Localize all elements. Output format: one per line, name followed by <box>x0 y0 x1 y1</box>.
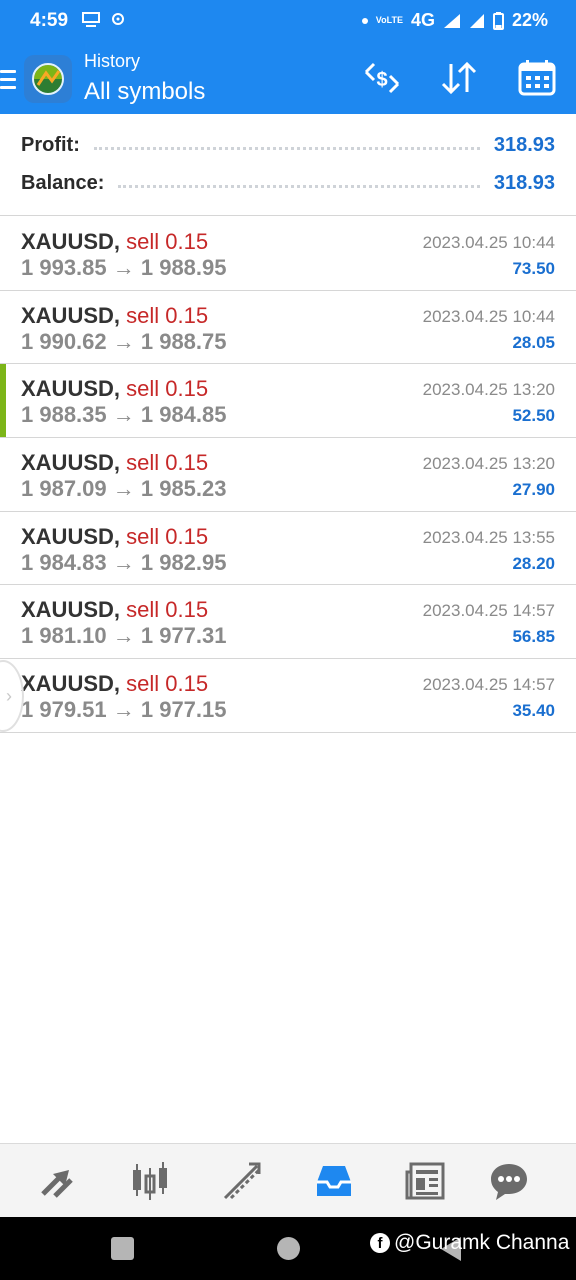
tab-chat-icon[interactable] <box>486 1158 532 1204</box>
cast-icon <box>82 12 100 27</box>
deal-symbol: XAUUSD, sell 0.15 <box>21 229 209 254</box>
deal-profit: 56.85 <box>512 627 555 647</box>
chevron-right-icon: › <box>6 686 12 706</box>
deal-side: sell 0.15 <box>126 523 209 549</box>
volte-icon: VoLTE <box>375 15 403 25</box>
signal-icon <box>443 13 460 28</box>
status-time: 4:59 <box>30 10 69 31</box>
deal-row[interactable]: XAUUSD, sell 0.15 1 981.10 → 1 977.31 20… <box>0 585 576 660</box>
tab-chart-icon[interactable] <box>127 1158 173 1204</box>
selected-marker <box>0 364 6 438</box>
deal-row[interactable]: XAUUSD, sell 0.15 1 984.83 → 1 982.95 20… <box>0 512 576 586</box>
deal-time: 2023.04.25 14:57 <box>422 601 555 621</box>
deal-symbol: XAUUSD, sell 0.15 <box>21 302 209 328</box>
network-label: 4G <box>410 10 435 30</box>
menu-icon[interactable] <box>0 70 16 90</box>
deal-symbol: XAUUSD, sell 0.15 <box>21 450 209 476</box>
deal-prices: 1 979.51 → 1 977.15 <box>21 697 227 723</box>
bottom-tab-bar <box>0 1143 576 1217</box>
tab-trade-icon[interactable] <box>219 1158 265 1204</box>
deals-list: XAUUSD, sell 0.15 1 993.85 → 1 988.95 20… <box>0 217 576 733</box>
deal-prices: 1 981.10 → 1 977.31 <box>21 623 227 649</box>
deal-side: sell 0.15 <box>126 229 209 254</box>
metatrader-logo-icon <box>24 55 72 103</box>
home-button[interactable] <box>277 1237 300 1260</box>
balance-label: Balance: <box>21 171 105 194</box>
currency-exchange-icon[interactable]: $ <box>360 58 404 98</box>
symbol-filter-label[interactable]: All symbols <box>84 78 205 106</box>
deal-time: 2023.04.25 13:20 <box>422 380 555 400</box>
notification-dot-icon <box>361 17 368 24</box>
deal-row[interactable]: XAUUSD, sell 0.15 1 993.85 → 1 988.95 20… <box>0 217 576 291</box>
sort-icon[interactable] <box>437 58 481 98</box>
deal-prices: 1 984.83 → 1 982.95 <box>21 549 227 575</box>
deal-prices: 1 993.85 → 1 988.95 <box>21 255 227 280</box>
watermark-text: @Guramk Channa <box>394 1231 570 1254</box>
deal-side: sell 0.15 <box>126 376 209 402</box>
deal-row[interactable]: XAUUSD, sell 0.15 1 979.51 → 1 977.15 20… <box>0 659 576 733</box>
deal-prices: 1 990.62 → 1 988.75 <box>21 328 227 354</box>
deal-profit: 28.05 <box>512 332 555 352</box>
deal-profit: 28.20 <box>512 553 555 573</box>
deal-time: 2023.04.25 14:57 <box>422 675 555 695</box>
deal-symbol: XAUUSD, sell 0.15 <box>21 671 209 697</box>
profit-label: Profit: <box>21 133 80 156</box>
battery-percent: 22% <box>511 10 548 30</box>
svg-text:$: $ <box>376 69 387 91</box>
recent-apps-button[interactable] <box>111 1237 134 1260</box>
deal-time: 2023.04.25 13:55 <box>422 527 555 547</box>
dotted-leader <box>93 146 480 150</box>
deal-time: 2023.04.25 10:44 <box>422 306 555 326</box>
deal-time: 2023.04.25 13:20 <box>422 454 555 474</box>
deal-symbol: XAUUSD, sell 0.15 <box>21 523 209 549</box>
deal-symbol: XAUUSD, sell 0.15 <box>21 597 209 623</box>
deal-profit: 27.90 <box>512 480 555 500</box>
status-bar: 4:59 VoLTE 4G 22% <box>0 0 576 42</box>
tab-news-icon[interactable] <box>403 1158 449 1204</box>
profit-row: Profit: 318.93 <box>21 130 555 160</box>
balance-row: Balance: 318.93 <box>21 168 555 198</box>
deal-side: sell 0.15 <box>126 597 209 623</box>
settings-gear-icon <box>112 13 124 25</box>
deal-profit: 35.40 <box>512 701 555 721</box>
signal-2-icon <box>469 13 484 28</box>
deal-prices: 1 988.35 → 1 984.85 <box>21 402 227 428</box>
watermark: f @Guramk Channa <box>370 1231 569 1255</box>
tab-quotes-icon[interactable] <box>35 1158 81 1204</box>
deal-row[interactable]: XAUUSD, sell 0.15 1 990.62 → 1 988.75 20… <box>0 291 576 365</box>
deal-side: sell 0.15 <box>126 450 209 476</box>
battery-icon <box>492 11 504 30</box>
deal-row[interactable]: XAUUSD, sell 0.15 1 988.35 → 1 984.85 20… <box>0 364 576 439</box>
deal-profit: 52.50 <box>512 406 555 426</box>
dotted-leader <box>118 184 480 188</box>
deal-time: 2023.04.25 10:44 <box>422 233 555 252</box>
tab-history-icon[interactable] <box>311 1158 357 1204</box>
balance-value: 318.93 <box>493 171 555 194</box>
deal-prices: 1 987.09 → 1 985.23 <box>21 476 227 502</box>
deal-side: sell 0.15 <box>126 302 209 328</box>
summary-panel: Profit: 318.93 Balance: 318.93 <box>0 114 576 216</box>
deal-row[interactable]: XAUUSD, sell 0.15 1 987.09 → 1 985.23 20… <box>0 438 576 512</box>
facebook-icon: f <box>370 1233 390 1253</box>
deal-symbol: XAUUSD, sell 0.15 <box>21 376 209 402</box>
profit-value: 318.93 <box>493 133 555 156</box>
system-nav-bar: f @Guramk Channa <box>0 1217 576 1280</box>
app-bar: History All symbols $ <box>0 42 576 114</box>
page-title: History <box>84 51 141 71</box>
calendar-icon[interactable] <box>515 58 559 98</box>
deal-profit: 73.50 <box>512 259 555 278</box>
deal-side: sell 0.15 <box>126 671 209 697</box>
